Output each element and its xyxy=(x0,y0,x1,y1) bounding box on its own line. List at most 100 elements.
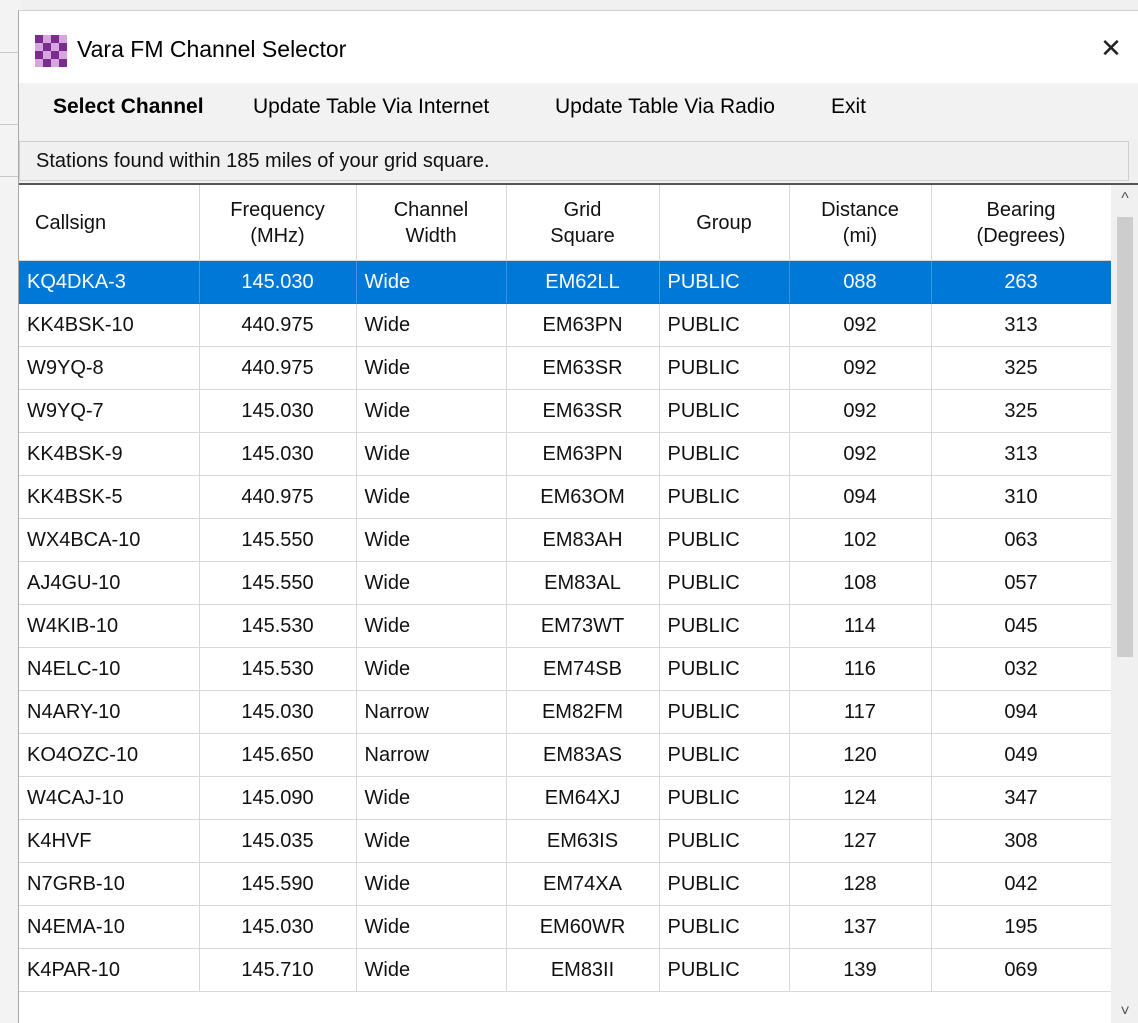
title-bar: Vara FM Channel Selector ✕ xyxy=(19,11,1138,83)
cell-bearing: 347 xyxy=(931,776,1112,820)
menu-update-via-radio[interactable]: Update Table Via Radio xyxy=(555,95,775,119)
cell-bearing: 094 xyxy=(931,690,1112,734)
cell-distance: 092 xyxy=(789,303,932,347)
cell-distance: 092 xyxy=(789,389,932,433)
table-row[interactable]: KK4BSK-10 440.975 Wide EM63PN PUBLIC 092 313 xyxy=(19,303,1112,347)
icon-tile xyxy=(35,51,43,59)
cell-distance: 137 xyxy=(789,905,932,949)
table-row[interactable]: K4PAR-10 145.710 Wide EM83II PUBLIC 139 069 xyxy=(19,948,1112,992)
table-row[interactable]: KK4BSK-5 440.975 Wide EM63OM PUBLIC 094 310 xyxy=(19,475,1112,519)
cell-distance: 124 xyxy=(789,776,932,820)
cell-grid-square: EM63OM xyxy=(506,475,660,519)
table-row[interactable]: K4HVF 145.035 Wide EM63IS PUBLIC 127 308 xyxy=(19,819,1112,863)
table-row[interactable]: KO4OZC-10 145.650 Narrow EM83AS PUBLIC 120 049 xyxy=(19,733,1112,777)
app-checkerboard-icon xyxy=(35,35,67,67)
scroll-down-arrow-icon[interactable]: ˅ xyxy=(1111,998,1138,1023)
cell-grid-square: EM63SR xyxy=(506,389,660,433)
cell-frequency: 440.975 xyxy=(199,303,357,347)
header-channel-width[interactable]: Channel Width xyxy=(356,185,507,261)
cell-callsign: KK4BSK-10 xyxy=(19,303,200,347)
table-row[interactable]: N4EMA-10 145.030 Wide EM60WR PUBLIC 137 195 xyxy=(19,905,1112,949)
cell-grid-square: EM63IS xyxy=(506,819,660,863)
cell-channel-width: Narrow xyxy=(356,733,507,777)
icon-tile xyxy=(35,35,43,43)
table-row[interactable]: WX4BCA-10 145.550 Wide EM83AH PUBLIC 102 063 xyxy=(19,518,1112,562)
table-row[interactable]: KK4BSK-9 145.030 Wide EM63PN PUBLIC 092 313 xyxy=(19,432,1112,476)
cell-bearing: 045 xyxy=(931,604,1112,648)
cell-channel-width: Wide xyxy=(356,819,507,863)
menu-exit[interactable]: Exit xyxy=(831,95,866,119)
cell-callsign: W4KIB-10 xyxy=(19,604,200,648)
table-row[interactable]: N4ARY-10 145.030 Narrow EM82FM PUBLIC 117 094 xyxy=(19,690,1112,734)
cell-channel-width: Wide xyxy=(356,776,507,820)
cell-group: PUBLIC xyxy=(659,905,790,949)
cell-grid-square: EM62LL xyxy=(506,260,660,304)
header-grid-square[interactable]: Grid Square xyxy=(506,185,660,261)
cell-callsign: K4PAR-10 xyxy=(19,948,200,992)
cell-group: PUBLIC xyxy=(659,604,790,648)
cell-bearing: 325 xyxy=(931,346,1112,390)
cell-channel-width: Wide xyxy=(356,389,507,433)
cell-distance: 139 xyxy=(789,948,932,992)
cell-frequency: 440.975 xyxy=(199,346,357,390)
cell-callsign: K4HVF xyxy=(19,819,200,863)
cell-group: PUBLIC xyxy=(659,819,790,863)
menu-select-channel[interactable]: Select Channel xyxy=(53,95,204,119)
cell-bearing: 063 xyxy=(931,518,1112,562)
cell-bearing: 313 xyxy=(931,303,1112,347)
scroll-thumb[interactable] xyxy=(1117,217,1133,657)
cell-callsign: KK4BSK-9 xyxy=(19,432,200,476)
menu-update-via-internet[interactable]: Update Table Via Internet xyxy=(253,95,489,119)
cell-grid-square: EM74SB xyxy=(506,647,660,691)
cell-callsign: WX4BCA-10 xyxy=(19,518,200,562)
cell-channel-width: Wide xyxy=(356,905,507,949)
vertical-scrollbar[interactable]: ^ ˅ xyxy=(1111,185,1138,1023)
close-button[interactable]: ✕ xyxy=(1084,25,1138,71)
header-bearing[interactable]: Bearing (Degrees) xyxy=(931,185,1112,261)
cell-bearing: 057 xyxy=(931,561,1112,605)
cell-callsign: W4CAJ-10 xyxy=(19,776,200,820)
icon-tile xyxy=(43,59,51,67)
cell-group: PUBLIC xyxy=(659,475,790,519)
icon-tile xyxy=(59,43,67,51)
cell-frequency: 145.590 xyxy=(199,862,357,906)
icon-tile xyxy=(43,51,51,59)
cell-grid-square: EM63PN xyxy=(506,432,660,476)
table-row[interactable]: W4KIB-10 145.530 Wide EM73WT PUBLIC 114 045 xyxy=(19,604,1112,648)
cell-group: PUBLIC xyxy=(659,260,790,304)
cell-frequency: 145.030 xyxy=(199,432,357,476)
header-group[interactable]: Group xyxy=(659,185,790,261)
cell-frequency: 440.975 xyxy=(199,475,357,519)
cell-distance: 094 xyxy=(789,475,932,519)
cell-channel-width: Narrow xyxy=(356,690,507,734)
cell-distance: 117 xyxy=(789,690,932,734)
table-row[interactable]: AJ4GU-10 145.550 Wide EM83AL PUBLIC 108 057 xyxy=(19,561,1112,605)
header-frequency[interactable]: Frequency (MHz) xyxy=(199,185,357,261)
cell-channel-width: Wide xyxy=(356,948,507,992)
header-callsign[interactable]: Callsign xyxy=(19,185,200,261)
cell-group: PUBLIC xyxy=(659,389,790,433)
scroll-up-arrow-icon[interactable]: ^ xyxy=(1111,185,1138,213)
icon-tile xyxy=(35,59,43,67)
icon-tile xyxy=(59,51,67,59)
table-row[interactable]: W9YQ-7 145.030 Wide EM63SR PUBLIC 092 325 xyxy=(19,389,1112,433)
icon-tile xyxy=(51,51,59,59)
cell-frequency: 145.035 xyxy=(199,819,357,863)
cell-callsign: W9YQ-7 xyxy=(19,389,200,433)
cell-distance: 114 xyxy=(789,604,932,648)
cell-distance: 102 xyxy=(789,518,932,562)
icon-tile xyxy=(51,43,59,51)
menu-bar: Select Channel Update Table Via Internet… xyxy=(19,83,1138,139)
table-row[interactable]: W9YQ-8 440.975 Wide EM63SR PUBLIC 092 325 xyxy=(19,346,1112,390)
table-row[interactable]: N4ELC-10 145.530 Wide EM74SB PUBLIC 116 032 xyxy=(19,647,1112,691)
cell-bearing: 310 xyxy=(931,475,1112,519)
icon-tile xyxy=(43,35,51,43)
cell-bearing: 325 xyxy=(931,389,1112,433)
header-distance[interactable]: Distance (mi) xyxy=(789,185,932,261)
table-row[interactable]: W4CAJ-10 145.090 Wide EM64XJ PUBLIC 124 347 xyxy=(19,776,1112,820)
table-row[interactable]: N7GRB-10 145.590 Wide EM74XA PUBLIC 128 042 xyxy=(19,862,1112,906)
cell-group: PUBLIC xyxy=(659,518,790,562)
cell-group: PUBLIC xyxy=(659,561,790,605)
table-row[interactable]: KQ4DKA-3 145.030 Wide EM62LL PUBLIC 088 263 xyxy=(19,260,1112,304)
stations-table: Callsign Frequency (MHz) Channel Width Gri… xyxy=(19,185,1112,992)
